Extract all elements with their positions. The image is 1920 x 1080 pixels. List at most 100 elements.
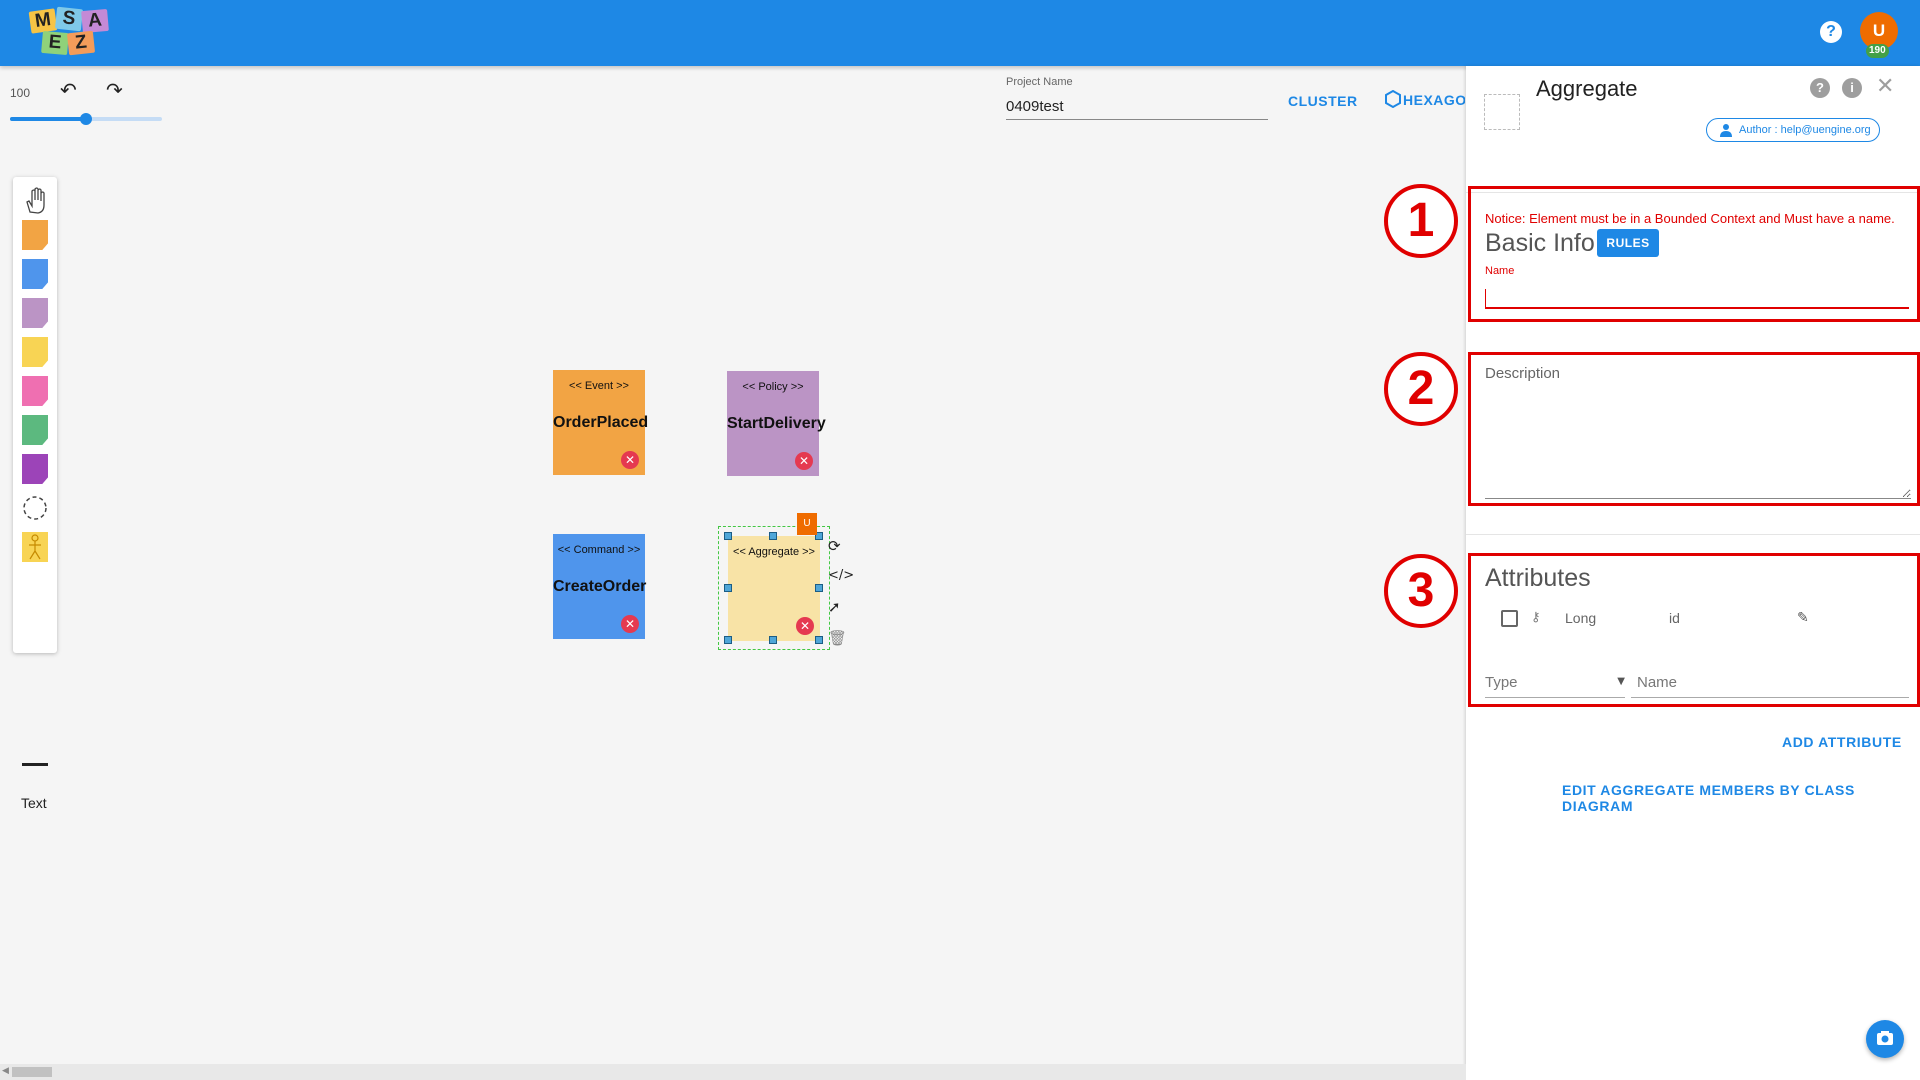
delete-icon[interactable]: ✕ [795, 452, 813, 470]
name-placeholder: Name [1637, 674, 1678, 691]
attributes-highlight: Attributes ⚷ Long id ✎ Type ▼ Name [1468, 553, 1920, 707]
bounded-context-icon[interactable] [22, 493, 48, 523]
description-label: Description [1485, 365, 1561, 382]
resize-handle[interactable] [769, 532, 777, 540]
sticky-stereotype: << Aggregate >> [733, 546, 815, 558]
policy-sticker[interactable] [22, 298, 48, 328]
read-model-sticker[interactable] [22, 415, 48, 445]
resize-handle[interactable] [815, 636, 823, 644]
rules-button[interactable]: RULES [1597, 229, 1659, 257]
basic-info-highlight: Notice: Element must be in a Bounded Con… [1468, 186, 1920, 322]
delete-icon[interactable]: ✕ [621, 615, 639, 633]
code-icon[interactable]: </> [828, 568, 854, 583]
trash-icon[interactable]: 🗑 [828, 629, 847, 647]
attribute-name: id [1669, 610, 1680, 626]
zoom-slider[interactable] [10, 113, 162, 125]
ui-sticker[interactable] [22, 454, 48, 484]
sticky-stereotype: << Policy >> [742, 381, 804, 393]
command-sticky-createorder[interactable]: << Command >> CreateOrder ✕ [553, 534, 647, 639]
event-sticker-shape [22, 220, 48, 250]
policy-sticker-shape [22, 298, 48, 328]
person-icon [1720, 124, 1732, 137]
attribute-checkbox[interactable] [1501, 610, 1518, 627]
name-input[interactable] [1485, 281, 1909, 309]
external-sticker[interactable] [22, 376, 48, 406]
cluster-button[interactable]: CLUSTER [1288, 93, 1358, 109]
redo-icon[interactable]: ↷ [106, 78, 123, 102]
edit-icon[interactable]: ✎ [1797, 610, 1809, 626]
connect-arrow-icon[interactable]: ➚ [828, 598, 841, 616]
msaez-logo[interactable]: M S A E Z [28, 6, 112, 58]
attribute-name-input[interactable]: Name [1631, 674, 1909, 698]
aggregate-sticky[interactable]: << Aggregate >> ✕ [728, 536, 820, 641]
description-textarea[interactable] [1485, 363, 1911, 499]
hexagonal-label: HEXAGONAL [1403, 92, 1465, 108]
actor-sticker[interactable] [22, 532, 48, 562]
event-sticker[interactable] [22, 220, 48, 250]
delete-icon[interactable]: ✕ [796, 617, 814, 635]
camera-button[interactable] [1866, 1020, 1904, 1058]
horizontal-scrollbar[interactable]: ◀ [0, 1064, 1466, 1080]
hand-tool-icon[interactable] [22, 185, 48, 215]
key-icon: ⚷ [1531, 610, 1541, 625]
zoom-level-label: 100 [10, 86, 31, 100]
sticky-name: OrderPlaced [553, 414, 649, 431]
close-icon[interactable]: ✕ [1876, 74, 1894, 99]
annotation-marker-1: 1 [1384, 184, 1458, 258]
resize-handle[interactable] [724, 532, 732, 540]
aggregate-sticker-shape [22, 337, 48, 367]
top-app-bar: M S A E Z ? U 190 [0, 0, 1920, 66]
notice-text: Notice: Element must be in a Bounded Con… [1485, 211, 1895, 226]
author-chip[interactable]: Author : help@uengine.org [1706, 118, 1880, 142]
delete-icon[interactable]: ✕ [621, 451, 639, 469]
policy-sticky-startdelivery[interactable]: << Policy >> StartDelivery ✕ [727, 371, 826, 476]
logo-tile: M [28, 8, 58, 34]
command-sticker[interactable] [22, 259, 48, 289]
sticker-palette: Text [13, 177, 57, 811]
aggregate-sticker[interactable] [22, 337, 48, 367]
line-tool[interactable] [22, 763, 48, 766]
help-icon[interactable]: ? [1810, 78, 1830, 98]
camera-icon [1877, 1031, 1893, 1045]
rotate-icon[interactable]: ⟳ [828, 537, 841, 555]
logo-tile: E [41, 30, 69, 56]
sticky-name: CreateOrder [553, 578, 647, 595]
text-caret [1485, 289, 1486, 307]
info-icon[interactable]: i [1842, 78, 1862, 98]
text-tool[interactable]: Text [21, 795, 47, 811]
project-name-label: Project Name [1006, 76, 1073, 88]
property-panel: Aggregate ? i ✕ Author : help@uengine.or… [1466, 66, 1920, 1080]
scroll-left-icon[interactable]: ◀ [2, 1066, 9, 1076]
element-image-placeholder [1484, 94, 1520, 130]
attributes-heading: Attributes [1485, 564, 1591, 592]
resize-handle[interactable] [769, 636, 777, 644]
sticky-stereotype: << Event >> [569, 380, 629, 392]
edit-aggregate-members-button[interactable]: EDIT AGGREGATE MEMBERS BY CLASS DIAGRAM [1562, 782, 1920, 814]
scrollbar-thumb[interactable] [12, 1067, 52, 1077]
chevron-down-icon: ▼ [1617, 676, 1625, 687]
type-select[interactable]: Type ▼ [1485, 674, 1625, 698]
event-sticky-orderplaced[interactable]: << Event >> OrderPlaced ✕ [553, 370, 649, 475]
user-edit-tag: U [797, 513, 817, 535]
author-text: Author : help@uengine.org [1739, 124, 1871, 136]
type-placeholder: Type [1485, 674, 1518, 691]
add-attribute-button[interactable]: ADD ATTRIBUTE [1782, 734, 1902, 750]
project-name-input[interactable] [1006, 94, 1268, 120]
command-sticker-shape [22, 259, 48, 289]
zoom-slider-thumb[interactable] [80, 113, 92, 125]
help-icon[interactable]: ? [1820, 21, 1842, 43]
name-label: Name [1485, 265, 1515, 277]
external-sticker-shape [22, 376, 48, 406]
attribute-type: Long [1565, 610, 1597, 626]
undo-icon[interactable]: ↶ [60, 78, 77, 102]
logo-tile: A [81, 8, 109, 34]
resize-handle[interactable] [724, 636, 732, 644]
description-highlight: Description [1468, 352, 1920, 506]
resize-handle[interactable] [724, 584, 732, 592]
hexagonal-button[interactable]: HEXAGONAL [1385, 90, 1465, 108]
logo-tile: Z [66, 30, 96, 56]
basic-info-heading: Basic Info [1485, 229, 1595, 257]
user-badge: 190 [1866, 44, 1889, 58]
resize-handle[interactable] [815, 584, 823, 592]
zoom-slider-fill [10, 117, 86, 121]
